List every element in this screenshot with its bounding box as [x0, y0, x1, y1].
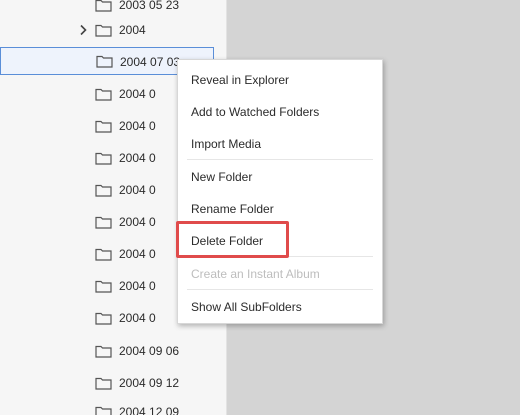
menu-item-label: Rename Folder: [191, 202, 274, 216]
folder-icon: [95, 88, 112, 101]
folder-icon: [95, 406, 112, 415]
folder-label: 2004 0: [119, 87, 156, 101]
folder-icon: [95, 248, 112, 261]
highlight-box: [176, 221, 289, 258]
menu-separator: [187, 159, 373, 160]
menu-item-label: Create an Instant Album: [191, 267, 320, 281]
menu-separator: [187, 289, 373, 290]
folder-label: 2004 0: [119, 215, 156, 229]
folder-label: 2004 0: [119, 311, 156, 325]
menu-item-add-to-watched-folders[interactable]: Add to Watched Folders: [178, 100, 382, 124]
folder-icon: [95, 216, 112, 229]
folder-icon: [95, 280, 112, 293]
folder-icon: [96, 55, 113, 68]
folder-icon: [95, 0, 112, 12]
folder-label: 2004 09 12: [119, 376, 180, 390]
folder-label: 2004 0: [119, 119, 156, 133]
folder-label: 2004 0: [119, 247, 156, 261]
menu-item-label: Import Media: [191, 137, 262, 151]
folder-row[interactable]: 2004 12 09: [0, 400, 226, 415]
folder-icon: [95, 24, 112, 37]
context-menu: Reveal in Explorer Add to Watched Folder…: [177, 59, 383, 324]
folder-label: 2003 05 23: [119, 0, 180, 12]
menu-item-new-folder[interactable]: New Folder: [178, 165, 382, 189]
folder-row[interactable]: 2004 09 06: [0, 339, 226, 363]
folder-row[interactable]: 2004: [0, 18, 226, 42]
folder-row[interactable]: 2003 05 23: [0, 0, 226, 17]
menu-item-label: Reveal in Explorer: [191, 73, 290, 87]
folder-icon: [95, 377, 112, 390]
menu-item-reveal-in-explorer[interactable]: Reveal in Explorer: [178, 68, 382, 92]
folder-icon: [95, 152, 112, 165]
folder-icon: [95, 120, 112, 133]
folder-icon: [95, 184, 112, 197]
folder-label: 2004 0: [119, 279, 156, 293]
folder-row[interactable]: 2004 09 12: [0, 371, 226, 395]
folder-label: 2004 0: [119, 151, 156, 165]
folder-icon: [95, 312, 112, 325]
folder-label: 2004 0: [119, 183, 156, 197]
menu-item-create-instant-album: Create an Instant Album: [178, 262, 382, 286]
folder-label: 2004 09 06: [119, 344, 180, 358]
folder-icon: [95, 345, 112, 358]
menu-item-import-media[interactable]: Import Media: [178, 132, 382, 156]
menu-item-label: Show All SubFolders: [191, 300, 302, 314]
folder-label: 2004 12 09: [119, 405, 180, 415]
menu-item-label: Add to Watched Folders: [191, 105, 320, 119]
menu-item-show-all-subfolders[interactable]: Show All SubFolders: [178, 295, 382, 319]
menu-item-label: New Folder: [191, 170, 253, 184]
folder-label: 2004 07 03: [120, 55, 181, 69]
chevron-right-icon[interactable]: [78, 24, 88, 36]
menu-item-rename-folder[interactable]: Rename Folder: [178, 197, 382, 221]
folder-label: 2004: [119, 23, 146, 37]
